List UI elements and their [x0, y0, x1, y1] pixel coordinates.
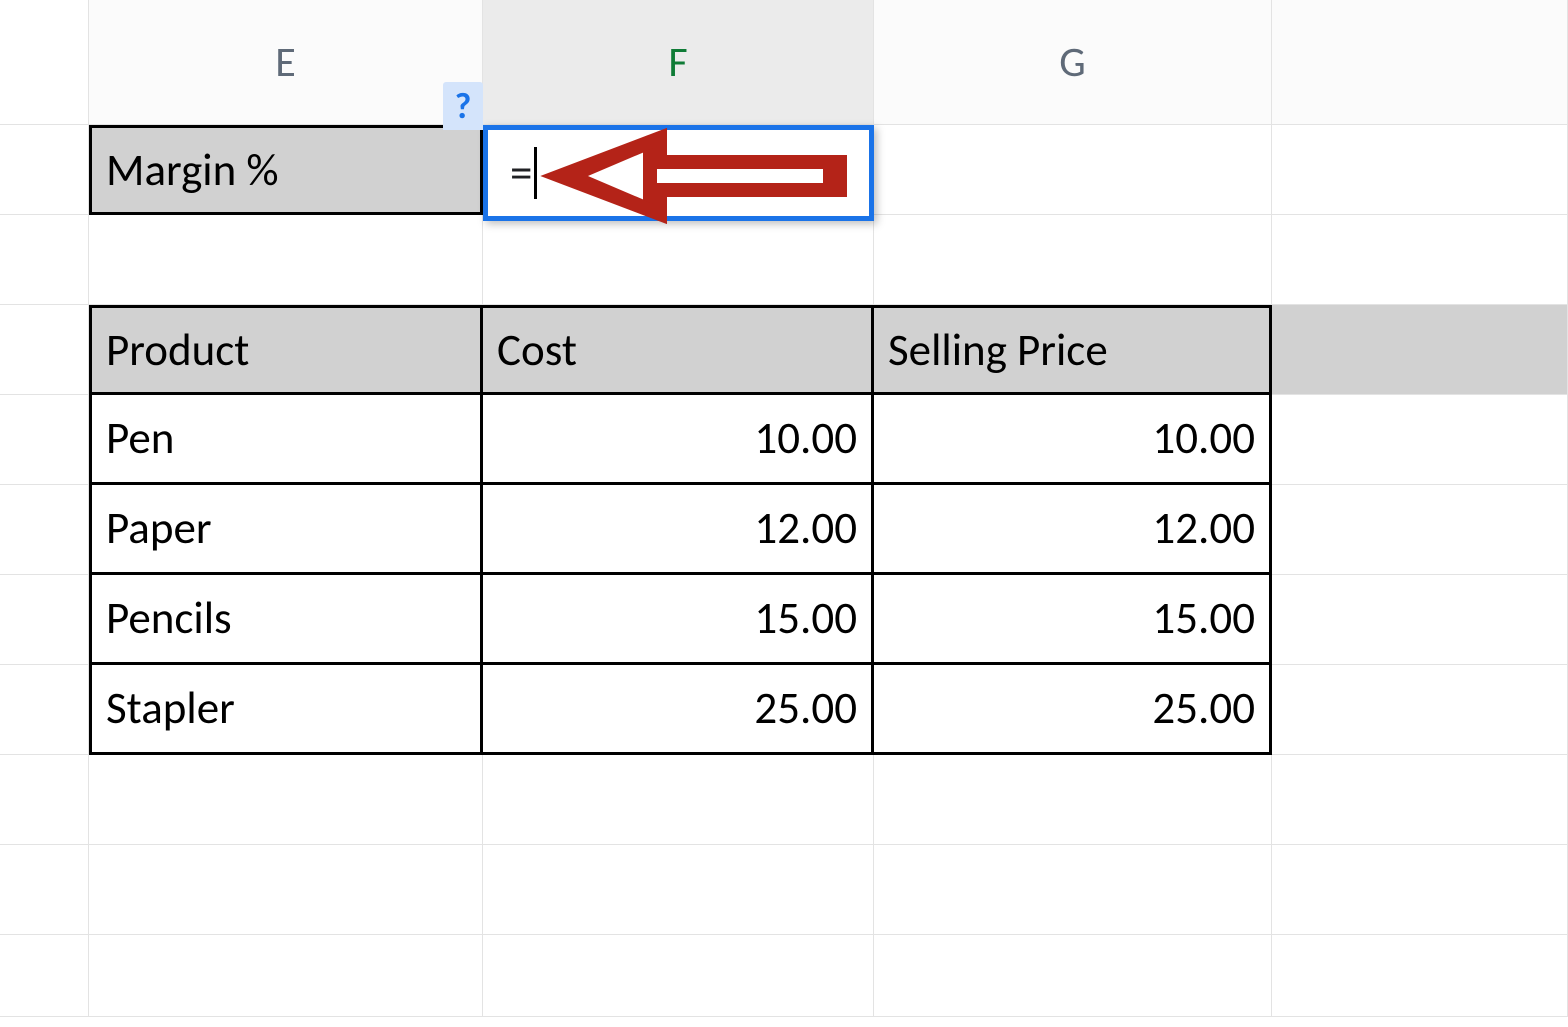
cell-margin-label[interactable]: Margin %	[89, 125, 483, 215]
table-row: Pen 10.00 10.00	[0, 395, 1568, 485]
cell[interactable]	[483, 845, 874, 935]
cell-cost[interactable]: 12.00	[483, 485, 874, 575]
cell[interactable]	[1272, 935, 1568, 1017]
grid-row	[0, 755, 1568, 845]
formula-text: =	[510, 146, 532, 201]
grid-row	[0, 935, 1568, 1017]
cell[interactable]	[874, 845, 1272, 935]
cell-price[interactable]: 15.00	[874, 575, 1272, 665]
cell[interactable]	[483, 755, 874, 845]
row-header[interactable]	[0, 395, 89, 485]
grid-row	[0, 215, 1568, 305]
cell-text: Selling Price	[888, 323, 1108, 378]
cell-g1[interactable]	[874, 125, 1272, 215]
cell-text: 12.00	[754, 501, 857, 556]
row-header[interactable]	[0, 575, 89, 665]
column-header-label: E	[275, 37, 296, 88]
row-header[interactable]	[0, 755, 89, 845]
cell[interactable]	[1272, 395, 1568, 485]
cell-price[interactable]: 10.00	[874, 395, 1272, 485]
cell-product[interactable]: Pencils	[89, 575, 483, 665]
cell-product[interactable]: Pen	[89, 395, 483, 485]
text-caret	[534, 147, 537, 199]
active-cell-editor[interactable]: =	[483, 125, 874, 221]
spreadsheet[interactable]: E F G Margin % Product Cost Selling Pric…	[0, 0, 1568, 1027]
formula-hint-badge[interactable]: ?	[443, 82, 483, 130]
cell[interactable]	[483, 215, 874, 305]
row-header[interactable]	[0, 305, 89, 395]
cell-cost[interactable]: 15.00	[483, 575, 874, 665]
cell-price[interactable]: 25.00	[874, 665, 1272, 755]
table-header-cost[interactable]: Cost	[483, 305, 874, 395]
cell[interactable]	[874, 935, 1272, 1017]
cell[interactable]	[1272, 575, 1568, 665]
cell-text: 25.00	[754, 681, 857, 736]
cell-text: 12.00	[1152, 501, 1255, 556]
table-row: Stapler 25.00 25.00	[0, 665, 1568, 755]
cell-text: Margin %	[106, 143, 279, 198]
cell-text: 25.00	[1152, 681, 1255, 736]
cell-text: Product	[106, 323, 249, 378]
cell-text: 15.00	[754, 591, 857, 646]
cell-text: 10.00	[754, 411, 857, 466]
cell-text: Stapler	[106, 681, 235, 736]
cell-product[interactable]: Stapler	[89, 665, 483, 755]
table-header-product[interactable]: Product	[89, 305, 483, 395]
table-header-price[interactable]: Selling Price	[874, 305, 1272, 395]
table-header-row: Product Cost Selling Price	[0, 305, 1568, 395]
grid-body[interactable]: Margin % Product Cost Selling Price Pen …	[0, 125, 1568, 1017]
cell-text: Pen	[106, 411, 174, 466]
column-header-row: E F G	[0, 0, 1568, 125]
cell-text: 15.00	[1152, 591, 1255, 646]
cell-text: Paper	[106, 501, 212, 556]
cell-cost[interactable]: 10.00	[483, 395, 874, 485]
cell[interactable]	[89, 755, 483, 845]
column-header-label: F	[668, 37, 687, 88]
table-row: Pencils 15.00 15.00	[0, 575, 1568, 665]
cell-h1[interactable]	[1272, 125, 1568, 215]
column-header-next[interactable]	[1272, 0, 1568, 125]
cell[interactable]	[1272, 485, 1568, 575]
row-header[interactable]	[0, 665, 89, 755]
cell[interactable]	[1272, 845, 1568, 935]
cell-text: Pencils	[106, 591, 232, 646]
table-row: Paper 12.00 12.00	[0, 485, 1568, 575]
row-header[interactable]	[0, 935, 89, 1017]
cell[interactable]	[1272, 305, 1568, 395]
row-header[interactable]	[0, 125, 89, 215]
row-header[interactable]	[0, 485, 89, 575]
cell[interactable]	[1272, 665, 1568, 755]
cell[interactable]	[1272, 755, 1568, 845]
cell[interactable]	[874, 755, 1272, 845]
formula-hint-text: ?	[455, 84, 472, 128]
cell-price[interactable]: 12.00	[874, 485, 1272, 575]
cell[interactable]	[1272, 215, 1568, 305]
cell[interactable]	[89, 215, 483, 305]
column-header-label: G	[1059, 37, 1086, 88]
cell-text: 10.00	[1152, 411, 1255, 466]
cell[interactable]	[89, 845, 483, 935]
cell[interactable]	[483, 935, 874, 1017]
cell-cost[interactable]: 25.00	[483, 665, 874, 755]
header-corner[interactable]	[0, 0, 89, 125]
row-header[interactable]	[0, 215, 89, 305]
column-header-g[interactable]: G	[874, 0, 1272, 125]
cell[interactable]	[89, 935, 483, 1017]
cell-product[interactable]: Paper	[89, 485, 483, 575]
column-header-f[interactable]: F	[483, 0, 874, 125]
grid-row	[0, 845, 1568, 935]
column-header-e[interactable]: E	[89, 0, 483, 125]
row-header[interactable]	[0, 845, 89, 935]
cell[interactable]	[874, 215, 1272, 305]
cell-text: Cost	[497, 323, 577, 378]
